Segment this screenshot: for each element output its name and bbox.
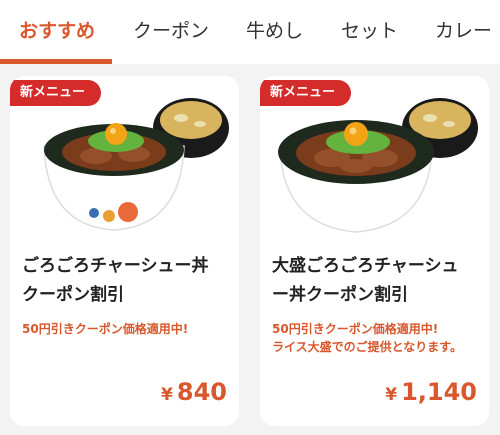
price-amount: 840: [176, 378, 227, 406]
product-card-chashu-don[interactable]: 新メニュー ごろごろチャーシュー丼 クーポン割引 50円引きクーポン価格適用中!…: [10, 76, 239, 426]
tab-gyumeshi[interactable]: 牛めし: [246, 0, 303, 62]
category-tab-bar: おすすめ クーポン 牛めし セット カレー: [0, 0, 500, 64]
product-title-line-1: 大盛ごろごろチャーシュ: [272, 256, 459, 276]
coupon-note: 50円引きクーポン価格適用中!: [22, 320, 237, 338]
product-title-line-1: ごろごろチャーシュー丼: [22, 256, 209, 276]
product-title: 大盛ごろごろチャーシュ ー丼クーポン割引: [272, 252, 482, 310]
product-title-line-2: クーポン割引: [22, 285, 124, 305]
tab-recommended[interactable]: おすすめ: [19, 0, 95, 62]
active-tab-indicator: [0, 59, 112, 64]
coupon-note-line-1: 50円引きクーポン価格適用中!: [272, 322, 439, 336]
coupon-note-line-2: ライス大盛でのご提供となります。: [272, 340, 463, 354]
coupon-note: 50円引きクーポン価格適用中! ライス大盛でのご提供となります。: [272, 320, 487, 356]
price-amount: 1,140: [401, 378, 477, 406]
product-card-large-chashu-don[interactable]: 新メニュー 大盛ごろごろチャーシュ ー丼クーポン割引 50円引きクーポン価格適用…: [260, 76, 489, 426]
tab-set[interactable]: セット: [341, 0, 398, 62]
product-price: ¥1,140: [385, 378, 477, 406]
new-menu-badge: 新メニュー: [260, 80, 352, 106]
currency-symbol: ¥: [385, 385, 398, 405]
new-menu-badge: 新メニュー: [10, 80, 102, 106]
product-price: ¥840: [161, 378, 227, 406]
tab-coupon[interactable]: クーポン: [133, 0, 209, 62]
coupon-note-line-1: 50円引きクーポン価格適用中!: [22, 322, 189, 336]
product-title: ごろごろチャーシュー丼 クーポン割引: [22, 252, 232, 310]
product-title-line-2: ー丼クーポン割引: [272, 285, 408, 305]
currency-symbol: ¥: [161, 385, 173, 405]
tab-curry[interactable]: カレー: [435, 0, 492, 62]
